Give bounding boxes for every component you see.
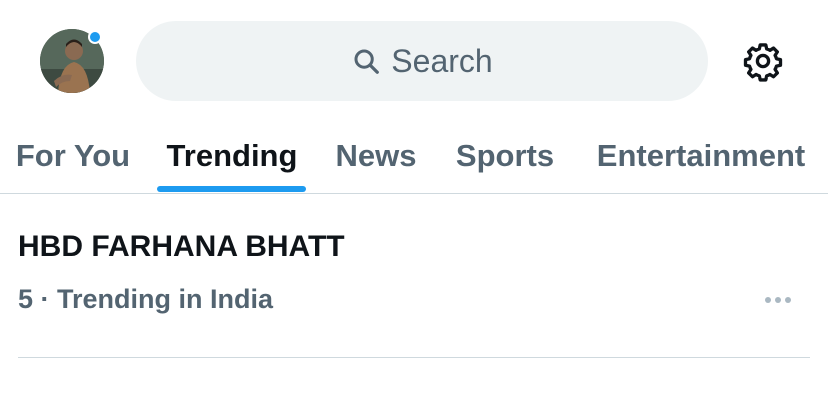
search-icon [354, 49, 380, 74]
divider [18, 357, 810, 358]
trend-title: HBD FARHANA BHATT [18, 230, 345, 263]
trend-meta: 5 · Trending in India [18, 284, 274, 314]
search-placeholder: Search [391, 42, 493, 79]
active-tab-indicator [157, 186, 306, 192]
tab-news[interactable]: News [334, 118, 418, 193]
more-dot [775, 297, 781, 303]
settings-button[interactable] [740, 38, 786, 84]
more-dot [765, 297, 771, 303]
more-dot [785, 297, 791, 303]
explore-page: Search For You Trending News Sports Ente… [0, 0, 828, 400]
gear-icon [743, 43, 783, 82]
notification-dot [88, 30, 102, 44]
tab-bar: For You Trending News Sports Entertainme… [0, 118, 828, 194]
more-horizontal-icon[interactable] [760, 286, 796, 314]
tab-entertainment[interactable]: Entertainment [592, 118, 810, 193]
tab-for-you[interactable]: For You [16, 118, 130, 193]
search-bar[interactable]: Search [136, 21, 708, 101]
tab-trending[interactable]: Trending [160, 118, 304, 193]
tab-sports[interactable]: Sports [454, 118, 556, 193]
